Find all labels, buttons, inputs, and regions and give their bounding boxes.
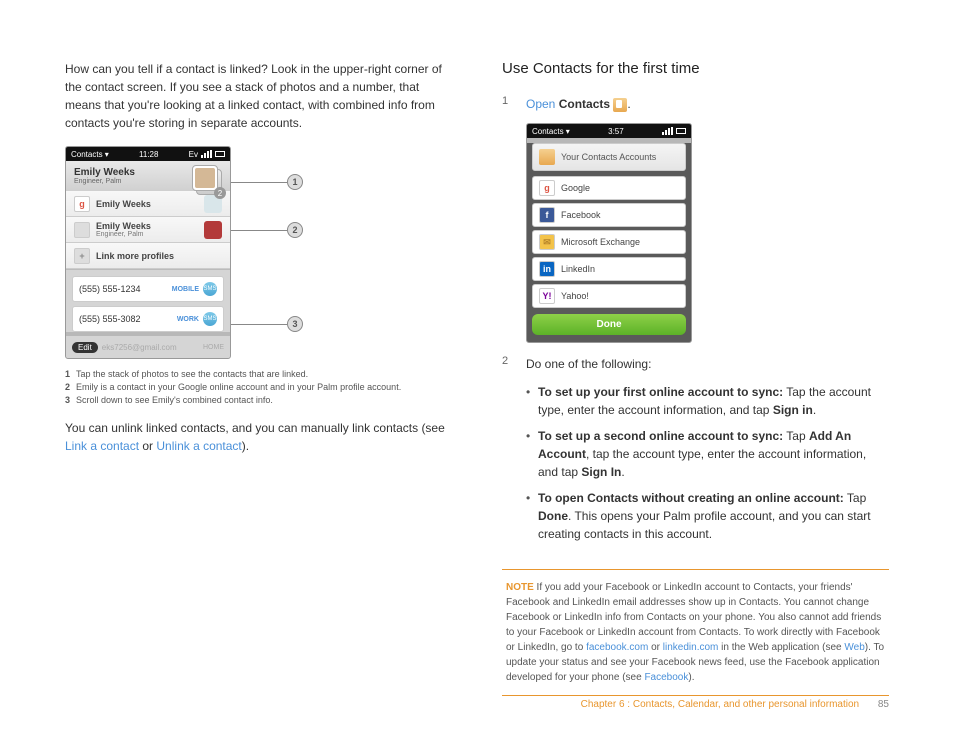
account-type-icon: g	[74, 196, 90, 212]
contacts-app-name: Contacts	[559, 97, 610, 111]
accounts-header: Your Contacts Accounts	[532, 143, 686, 171]
phone-bottom-bar: Edit eks7256@gmail.com HOME	[66, 336, 230, 358]
page-footer: Chapter 6 : Contacts, Calendar, and othe…	[581, 699, 889, 710]
link-a-contact-link[interactable]: Link a contact	[65, 439, 139, 453]
account-type-icon	[74, 222, 90, 238]
sms-icon[interactable]: SMS	[203, 312, 217, 326]
phone-status-bar: Contacts ▾ 11:28 Ev	[66, 147, 230, 161]
step-2: 2 Do one of the following: To set up you…	[502, 355, 889, 551]
phone2-status-bar: Contacts ▾ 3:57	[527, 124, 691, 138]
contact-name: Emily Weeks	[74, 167, 135, 178]
status-app-label: Contacts ▾	[532, 127, 570, 136]
status-app-label: Contacts ▾	[71, 150, 109, 159]
status-time: 3:57	[608, 127, 624, 136]
right-column: Use Contacts for the first time 1 Open C…	[502, 60, 889, 696]
phone-number-row[interactable]: (555) 555-1234MOBILESMS	[72, 276, 224, 302]
bullet-item: To open Contacts without creating an onl…	[526, 489, 889, 543]
note-box: NOTE If you add your Facebook or LinkedI…	[502, 569, 889, 696]
intro-paragraph: How can you tell if a contact is linked?…	[65, 60, 452, 132]
account-option-row[interactable]: ✉Microsoft Exchange	[532, 230, 686, 254]
facebook-app-link[interactable]: Facebook	[644, 672, 688, 683]
service-icon: ✉	[539, 234, 555, 250]
note-label: NOTE	[506, 582, 534, 593]
facebook-link[interactable]: facebook.com	[586, 642, 648, 653]
callout-1: 1	[231, 174, 303, 190]
partial-email: eks7256@gmail.com	[102, 343, 177, 352]
account-option-row[interactable]: Y!Yahoo!	[532, 284, 686, 308]
profile-thumbnail	[204, 221, 222, 239]
profile-row[interactable]: Emily WeeksEngineer, Palm	[66, 217, 230, 243]
account-option-row[interactable]: gGoogle	[532, 176, 686, 200]
account-option-row[interactable]: fFacebook	[532, 203, 686, 227]
account-type-icon: +	[74, 248, 90, 264]
service-icon: Y!	[539, 288, 555, 304]
chapter-label: Chapter 6 : Contacts, Calendar, and othe…	[581, 699, 860, 710]
unlink-a-contact-link[interactable]: Unlink a contact	[156, 439, 241, 453]
edit-button[interactable]: Edit	[72, 342, 98, 353]
outro-paragraph: You can unlink linked contacts, and you …	[65, 419, 452, 455]
profile-row[interactable]: +Link more profiles	[66, 243, 230, 269]
contacts-icon	[539, 149, 555, 165]
signal-icon	[201, 150, 212, 158]
status-right: Ev	[189, 150, 225, 159]
account-option-row[interactable]: inLinkedIn	[532, 257, 686, 281]
caption-line: 2Emily is a contact in your Google onlin…	[65, 382, 452, 392]
status-right	[662, 127, 686, 135]
bullet-item: To set up your first online account to s…	[526, 383, 889, 419]
battery-icon	[215, 151, 225, 157]
avatar-stack[interactable]: 2	[192, 165, 224, 197]
status-time: 11:28	[139, 150, 158, 159]
sms-icon[interactable]: SMS	[203, 282, 217, 296]
done-button[interactable]: Done	[532, 314, 686, 335]
phone-frame-2: Contacts ▾ 3:57 Your Contacts Accounts g…	[526, 123, 692, 343]
stack-count: 2	[214, 187, 226, 199]
service-icon: in	[539, 261, 555, 277]
email-type: HOME	[203, 344, 224, 351]
phone-frame-1: Contacts ▾ 11:28 Ev Emily Weeks Engineer…	[65, 146, 231, 359]
caption-line: 1Tap the stack of photos to see the cont…	[65, 369, 452, 379]
linked-contact-screenshot: Contacts ▾ 11:28 Ev Emily Weeks Engineer…	[65, 146, 452, 359]
open-link[interactable]: Open	[526, 97, 555, 111]
section-title: Use Contacts for the first time	[502, 60, 889, 77]
service-icon: g	[539, 180, 555, 196]
battery-icon	[676, 128, 686, 134]
service-icon: f	[539, 207, 555, 223]
contact-header: Emily Weeks Engineer, Palm 2	[66, 161, 230, 191]
step-1: 1 Open Contacts . Contacts ▾ 3:57	[502, 95, 889, 343]
contact-title: Engineer, Palm	[74, 178, 135, 185]
signal-icon	[662, 127, 673, 135]
linkedin-link[interactable]: linkedin.com	[663, 642, 719, 653]
bullet-item: To set up a second online account to syn…	[526, 427, 889, 481]
page-number: 85	[878, 699, 889, 710]
callout-3: 3	[231, 316, 303, 332]
step2-intro: Do one of the following:	[526, 355, 889, 373]
caption-line: 3Scroll down to see Emily's combined con…	[65, 395, 452, 405]
contacts-app-icon	[613, 98, 627, 112]
phone-number-row[interactable]: (555) 555-3082WORKSMS	[72, 306, 224, 332]
callout-2: 2	[231, 222, 303, 238]
web-link[interactable]: Web	[844, 642, 864, 653]
caption-list: 1Tap the stack of photos to see the cont…	[65, 369, 452, 405]
left-column: How can you tell if a contact is linked?…	[65, 60, 452, 696]
bullet-list: To set up your first online account to s…	[526, 383, 889, 543]
